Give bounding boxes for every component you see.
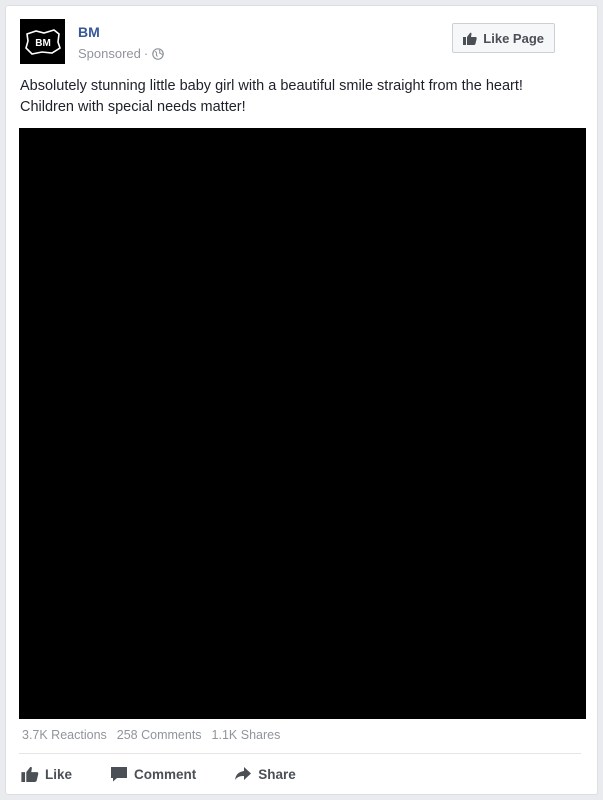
actions-divider	[19, 753, 581, 754]
share-icon	[235, 767, 252, 780]
reactions-count[interactable]: 3.7K Reactions	[22, 728, 107, 742]
svg-text:BM: BM	[35, 38, 51, 49]
like-page-label: Like Page	[483, 30, 544, 46]
page-name-link[interactable]: BM	[78, 24, 100, 40]
post-actions: Like Comment Share	[21, 764, 296, 784]
share-button[interactable]: Share	[234, 766, 296, 782]
comment-label: Comment	[134, 766, 197, 782]
post-meta: Sponsored ·	[78, 46, 165, 61]
comment-icon	[111, 767, 128, 782]
sponsored-post-card: BM BM Sponsored · Like Page Absolutely s…	[5, 5, 598, 795]
bm-logo-icon: BM	[24, 28, 61, 55]
thumbs-up-icon	[21, 766, 39, 782]
post-header: BM BM Sponsored · Like Page	[20, 19, 583, 69]
page-avatar[interactable]: BM	[20, 19, 65, 64]
engagement-stats: 3.7K Reactions 258 Comments 1.1K Shares	[22, 728, 280, 742]
like-button[interactable]: Like	[21, 766, 72, 782]
post-media[interactable]	[19, 128, 586, 719]
comment-button[interactable]: Comment	[110, 766, 196, 782]
like-page-button[interactable]: Like Page	[452, 23, 555, 53]
thumbs-up-icon	[463, 32, 478, 45]
comments-count[interactable]: 258 Comments	[117, 728, 202, 742]
shares-count[interactable]: 1.1K Shares	[212, 728, 281, 742]
share-label: Share	[258, 766, 296, 782]
post-text: Absolutely stunning little baby girl wit…	[20, 78, 523, 115]
meta-separator: ·	[143, 46, 149, 61]
globe-icon[interactable]	[152, 47, 165, 60]
like-label: Like	[45, 766, 73, 782]
sponsored-label[interactable]: Sponsored	[78, 46, 141, 61]
